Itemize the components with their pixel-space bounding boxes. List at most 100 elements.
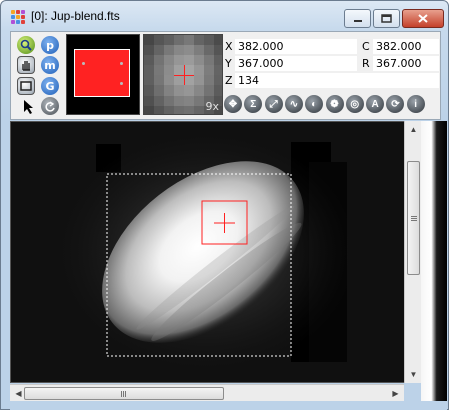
hand-glyph	[22, 61, 30, 71]
zoom-pixel	[194, 65, 204, 76]
close-button[interactable]	[402, 9, 444, 28]
zoom-pixel	[184, 55, 194, 66]
zoom-pixel	[164, 75, 174, 86]
readout-row-z: Z 134	[225, 73, 439, 88]
refresh-icon[interactable]: ⟳	[386, 95, 405, 113]
zoom-pixel	[144, 95, 154, 106]
waveform-icon[interactable]: ∿	[284, 95, 303, 113]
zoom-pixel	[214, 75, 222, 86]
window-edge	[421, 121, 447, 406]
pan-region-box[interactable]	[74, 49, 130, 97]
title-bar[interactable]: [0]: Jup-blend.fts	[1, 1, 448, 31]
target-icon[interactable]: ◎	[345, 95, 364, 113]
p-button[interactable]: p	[41, 36, 59, 54]
app-icon-cell	[16, 10, 20, 14]
x-value: 382.000	[238, 40, 284, 53]
magnify-icon[interactable]	[17, 36, 35, 54]
close-icon	[418, 14, 428, 23]
zoom-pixel	[194, 35, 204, 46]
pan-marker	[120, 82, 123, 85]
zoom-pixel	[204, 45, 214, 56]
viewer-toolbar: p m G 9x X 382.000 C 382.000 Y 367.000 R…	[10, 31, 441, 120]
vertical-scroll-thumb[interactable]	[407, 161, 420, 275]
m-button[interactable]: m	[41, 56, 59, 74]
r-label: R	[362, 57, 370, 70]
zoom-pixel	[154, 35, 164, 46]
app-icon-cell	[21, 20, 25, 24]
zoom-pixel	[204, 55, 214, 66]
zoom-pixel	[144, 75, 154, 86]
zoom-pixel	[174, 105, 184, 114]
grip-line	[411, 220, 417, 221]
zoom-pixel	[174, 35, 184, 46]
zoom-pixel	[194, 55, 204, 66]
line-measure-icon[interactable]: ⤢	[264, 95, 283, 113]
zoom-pixel	[144, 65, 154, 76]
zoom-pixel	[144, 105, 154, 114]
minimize-button[interactable]	[344, 9, 371, 28]
scroll-up-arrow[interactable]: ▲	[405, 121, 422, 138]
zoom-pixel	[174, 75, 184, 86]
zoom-pixel	[204, 75, 214, 86]
zoom-thumbnail: 9x	[143, 34, 223, 115]
rotate-back-icon[interactable]	[41, 97, 59, 115]
zoom-pixel	[184, 85, 194, 96]
move-arrows-icon[interactable]: ✥	[224, 95, 242, 113]
z-label: Z	[225, 74, 233, 87]
annotate-text-icon[interactable]: A	[366, 95, 385, 113]
grip-line	[123, 391, 124, 397]
sigma-icon[interactable]: Σ	[244, 95, 263, 113]
zoom-pixel	[144, 35, 154, 46]
zoom-pixel	[164, 35, 174, 46]
zoom-pixel	[184, 45, 194, 56]
scroll-down-arrow[interactable]: ▼	[405, 366, 422, 383]
zoom-pixel	[174, 65, 184, 76]
jupiter-image[interactable]	[11, 122, 417, 383]
zoom-pixel	[154, 105, 164, 114]
g-button[interactable]: G	[41, 77, 59, 95]
pointer-arrow-icon[interactable]	[20, 98, 38, 116]
zoom-pixel	[184, 65, 194, 76]
minimize-icon	[353, 19, 362, 22]
y-value: 367.000	[238, 57, 284, 70]
info-icon[interactable]: i	[406, 95, 425, 113]
maximize-button[interactable]	[373, 9, 400, 28]
horizontal-scrollbar[interactable]: ◀ ▶	[10, 384, 404, 401]
zoom-pixel	[144, 85, 154, 96]
pan-marker	[120, 62, 123, 65]
zoom-pixel	[194, 45, 204, 56]
grip-line	[125, 391, 126, 397]
c-value: 382.000	[376, 40, 422, 53]
contrast-icon[interactable]: ◐	[305, 95, 324, 113]
c-label: C	[362, 40, 370, 53]
readout-row-y: Y 367.000 R 367.000	[225, 56, 439, 71]
zoom-pixel	[204, 35, 214, 46]
zoom-pixel	[164, 95, 174, 106]
pan-thumbnail[interactable]	[66, 34, 140, 115]
zoom-pixel	[204, 65, 214, 76]
pan-marker	[82, 62, 85, 65]
app-icon-cell	[21, 15, 25, 19]
zoom-pixel	[214, 85, 222, 96]
rotate-glyph	[45, 101, 55, 112]
roi-rectangle-icon[interactable]	[17, 77, 35, 95]
image-window: [0]: Jup-blend.fts p m G 9x X 382.000 C …	[0, 0, 449, 410]
app-icon-cell	[16, 20, 20, 24]
zoom-pixel	[204, 85, 214, 96]
zoom-pixel	[184, 75, 194, 86]
zoom-pixel	[174, 95, 184, 106]
image-viewport[interactable]	[10, 121, 417, 383]
hand-pan-icon[interactable]	[17, 56, 35, 74]
zoom-pixel	[194, 85, 204, 96]
app-icon-cell	[11, 20, 15, 24]
r-value: 367.000	[376, 57, 422, 70]
zoom-pixel	[184, 95, 194, 106]
zoom-pixel	[214, 35, 222, 46]
scroll-right-arrow[interactable]: ▶	[387, 385, 404, 402]
zoom-pixel	[164, 45, 174, 56]
horizontal-scroll-thumb[interactable]	[24, 387, 224, 400]
zoom-pixel	[184, 35, 194, 46]
vertical-scrollbar[interactable]: ▲ ▼	[404, 121, 421, 383]
app-icon-cell	[16, 15, 20, 19]
color-palette-icon[interactable]: ❁	[325, 95, 344, 113]
